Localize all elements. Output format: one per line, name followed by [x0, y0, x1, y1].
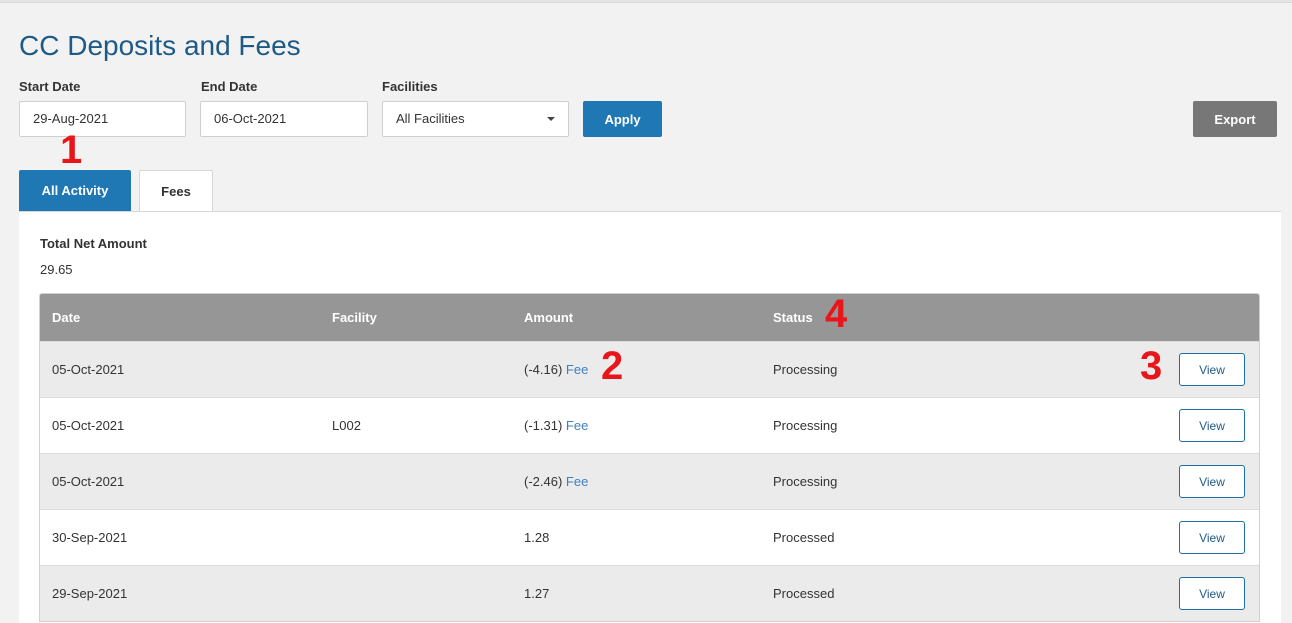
- table-row: 05-Oct-2021 L002 (-1.31) Fee Processing …: [40, 397, 1259, 453]
- row-date: 30-Sep-2021: [52, 530, 128, 545]
- total-net-amount-value: 29.65: [40, 262, 73, 277]
- annotation-marker-2: 2: [601, 344, 624, 388]
- end-date-label: End Date: [201, 79, 258, 94]
- facilities-label: Facilities: [382, 79, 438, 94]
- column-header-status[interactable]: Status: [773, 294, 813, 341]
- view-button[interactable]: View: [1179, 353, 1245, 386]
- activity-panel: Total Net Amount 29.65 Date Facility Amo…: [19, 211, 1281, 623]
- export-button[interactable]: Export: [1193, 101, 1277, 137]
- row-amount-value: (-1.31): [524, 418, 563, 433]
- fee-link[interactable]: Fee: [566, 474, 588, 489]
- view-button[interactable]: View: [1179, 577, 1245, 610]
- row-date: 05-Oct-2021: [52, 418, 125, 433]
- table-row: 05-Oct-2021 (-4.16) Fee Processing View: [40, 341, 1259, 397]
- row-date: 05-Oct-2021: [52, 362, 125, 377]
- view-button[interactable]: View: [1179, 465, 1245, 498]
- row-status: Processing: [773, 362, 838, 377]
- row-amount: (-1.31) Fee: [524, 398, 588, 453]
- page-title: CC Deposits and Fees: [19, 30, 301, 61]
- table-row: 29-Sep-2021 1.27 Processed View: [40, 565, 1259, 621]
- row-amount-value: (-4.16): [524, 362, 563, 377]
- annotation-marker-1: 1: [60, 128, 83, 172]
- table-row: 05-Oct-2021 (-2.46) Fee Processing View: [40, 453, 1259, 509]
- facilities-select[interactable]: All Facilities: [382, 101, 569, 137]
- row-status: Processing: [773, 418, 838, 433]
- fee-link[interactable]: Fee: [566, 418, 588, 433]
- tab-fees[interactable]: Fees: [139, 170, 213, 212]
- row-amount-value: 1.27: [524, 586, 550, 601]
- annotation-marker-3: 3: [1140, 344, 1163, 388]
- total-net-amount-label: Total Net Amount: [40, 236, 147, 251]
- apply-button[interactable]: Apply: [583, 101, 662, 137]
- facilities-selected-value: All Facilities: [396, 111, 465, 126]
- start-date-label: Start Date: [19, 79, 81, 94]
- row-facility: L002: [332, 418, 361, 433]
- view-button[interactable]: View: [1179, 521, 1245, 554]
- column-header-facility[interactable]: Facility: [332, 294, 377, 341]
- top-rule: [0, 0, 1292, 3]
- activity-table: Date Facility Amount Status 05-Oct-2021 …: [39, 293, 1260, 622]
- fee-link[interactable]: Fee: [566, 362, 588, 377]
- column-header-amount[interactable]: Amount: [524, 294, 573, 341]
- row-amount: (-4.16) Fee: [524, 342, 588, 397]
- view-button[interactable]: View: [1179, 409, 1245, 442]
- row-date: 29-Sep-2021: [52, 586, 128, 601]
- row-amount: (-2.46) Fee: [524, 454, 588, 509]
- row-amount: 1.27: [524, 566, 549, 621]
- tab-all-activity[interactable]: All Activity: [19, 170, 131, 212]
- annotation-marker-4: 4: [825, 292, 848, 336]
- column-header-date[interactable]: Date: [52, 294, 80, 341]
- row-amount: 1.28: [524, 510, 549, 565]
- end-date-input[interactable]: 06-Oct-2021: [200, 101, 368, 137]
- table-row: 30-Sep-2021 1.28 Processed View: [40, 509, 1259, 565]
- caret-down-icon: [547, 117, 555, 121]
- row-amount-value: (-2.46): [524, 474, 563, 489]
- row-date: 05-Oct-2021: [52, 474, 125, 489]
- row-status: Processing: [773, 474, 838, 489]
- row-status: Processed: [773, 530, 835, 545]
- row-status: Processed: [773, 586, 835, 601]
- start-date-input[interactable]: 29-Aug-2021: [19, 101, 186, 137]
- row-amount-value: 1.28: [524, 530, 550, 545]
- table-header: Date Facility Amount Status: [40, 294, 1259, 341]
